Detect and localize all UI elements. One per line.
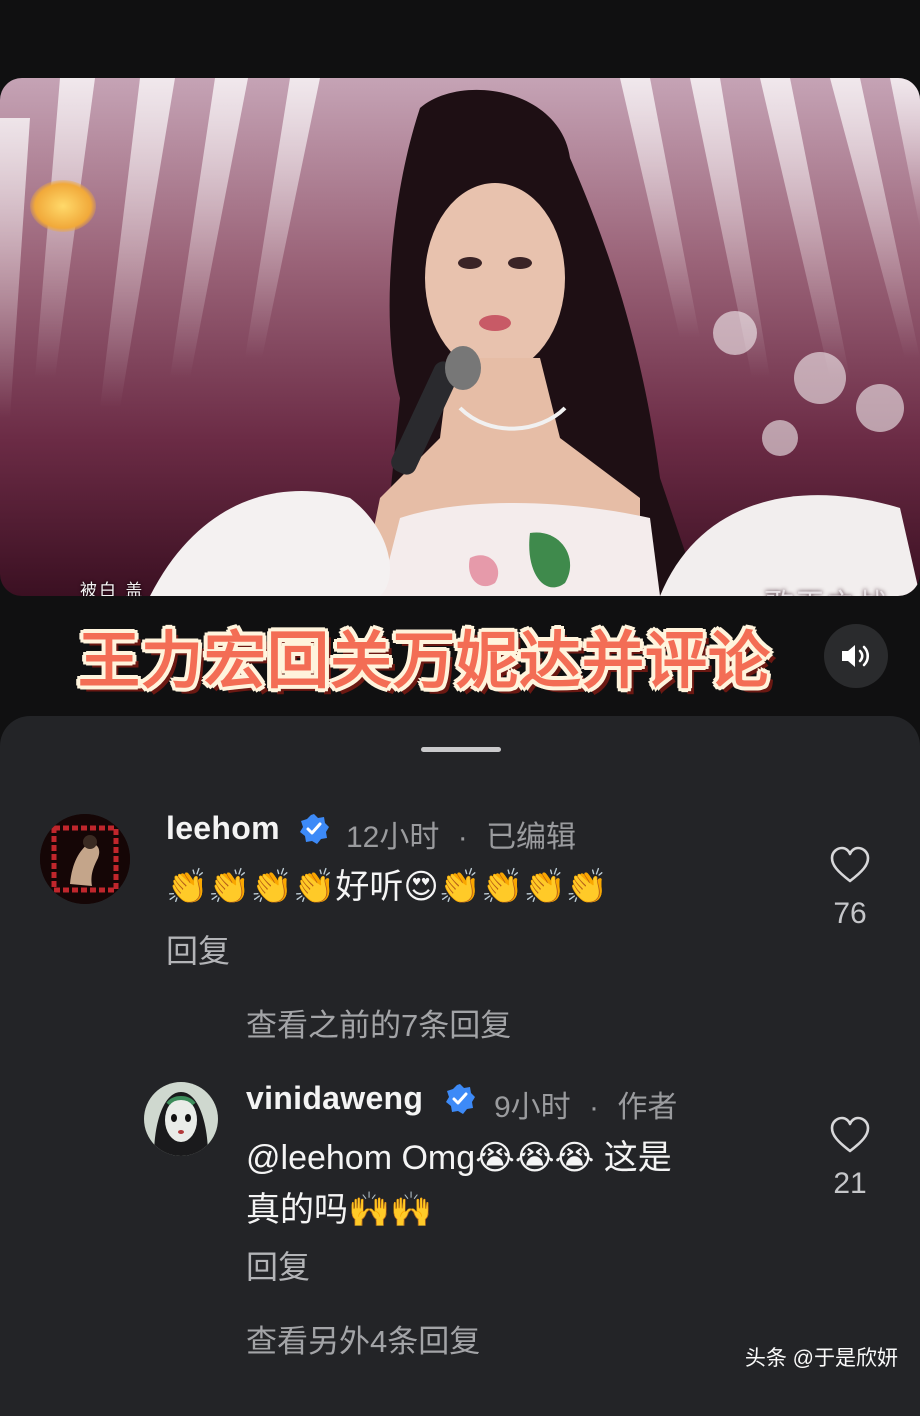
avatar-image (40, 814, 130, 904)
video-subtitle: 被白 盖 那 翠 (80, 581, 145, 596)
avatar[interactable] (40, 814, 130, 904)
comment-text-line: 👏👏👏👏好听😍👏👏👏👏 (166, 868, 609, 906)
comment-text-line: @leehom Omg😭😭😭 这是 (246, 1139, 672, 1177)
verified-badge-icon (300, 814, 329, 844)
meta-separator: · (589, 1091, 600, 1124)
heart-icon (830, 846, 870, 883)
view-more-replies[interactable]: 查看另外4条回复 (246, 1316, 480, 1361)
like-button[interactable]: 21 (820, 1116, 880, 1201)
comment-meta: 12小时 · 已编辑 (346, 812, 576, 856)
like-count: 76 (833, 897, 867, 930)
reply-button[interactable]: 回复 (166, 926, 230, 972)
view-previous-replies[interactable]: 查看之前的7条回复 (246, 1000, 511, 1045)
speaker-icon (842, 645, 870, 667)
show-watermark: 歌王之战 (764, 580, 888, 596)
comment-time: 9小时 (494, 1091, 571, 1124)
caption-row: 王力宏回关万妮达并评论 (0, 606, 920, 697)
comment-username[interactable]: vinidaweng (246, 1080, 423, 1117)
comment-time: 12小时 (346, 821, 440, 854)
video-caption: 王力宏回关万妮达并评论 (78, 624, 772, 697)
comment-author-label: 作者 (617, 1091, 678, 1124)
tv-channel-logo (30, 180, 96, 232)
avatar-image (144, 1082, 218, 1156)
stage-light-rays (0, 78, 920, 596)
heart-icon (830, 1116, 870, 1153)
sound-toggle-button[interactable] (824, 624, 888, 688)
like-count: 21 (833, 1167, 867, 1200)
comments-sheet: leehom 12小时 · 已编辑 👏👏👏👏好听😍👏👏👏👏 回复 76 查看之前… (0, 716, 920, 1416)
sheet-drag-handle[interactable] (421, 747, 501, 752)
comment-username[interactable]: leehom (166, 810, 280, 847)
avatar[interactable] (144, 1082, 218, 1156)
comment-text: @leehom Omg😭😭😭 这是 真的吗🙌🙌 (246, 1132, 672, 1236)
comment-meta: 9小时 · 作者 (494, 1082, 677, 1126)
verified-badge-icon (446, 1084, 475, 1114)
comment-text-line: 真的吗🙌🙌 (246, 1191, 433, 1229)
reply-button[interactable]: 回复 (246, 1242, 310, 1288)
like-button[interactable]: 76 (820, 846, 880, 931)
meta-separator: · (457, 821, 468, 854)
video-player[interactable]: 被白 盖 那 翠 歌王之战 (0, 78, 920, 596)
comment-text: 👏👏👏👏好听😍👏👏👏👏 (166, 861, 608, 913)
comment-edited-label: 已编辑 (486, 821, 577, 854)
platform-watermark: 头条 @于是欣妍 (744, 1347, 898, 1370)
